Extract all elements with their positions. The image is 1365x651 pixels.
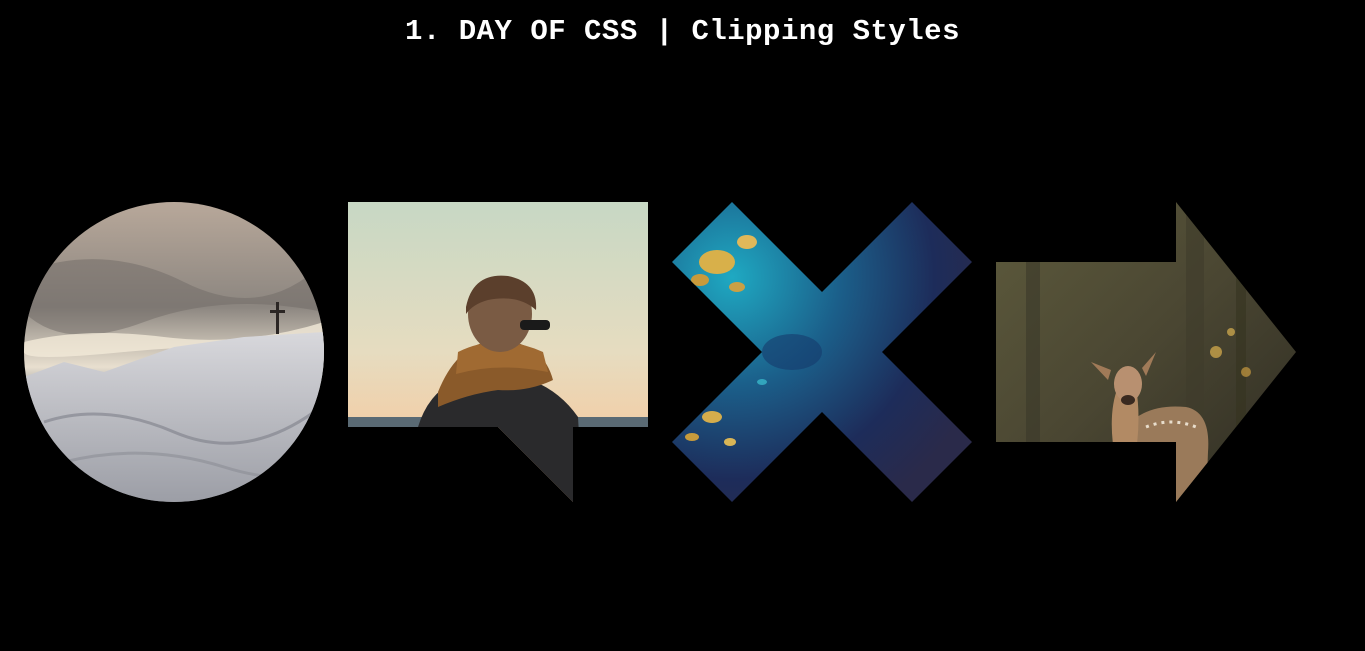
right-arrow-clip-image <box>996 202 1296 502</box>
snowy-mountain-cross-icon <box>24 202 324 502</box>
page-title: 1. DAY OF CSS | Clipping Styles <box>405 15 960 48</box>
circle-clip-image <box>24 202 324 502</box>
close-clip-image <box>672 202 972 502</box>
ocean-aerial-icon <box>672 202 972 502</box>
person-in-scarf-icon <box>348 202 648 502</box>
message-clip-image <box>348 202 648 502</box>
deer-in-forest-icon <box>996 202 1296 502</box>
